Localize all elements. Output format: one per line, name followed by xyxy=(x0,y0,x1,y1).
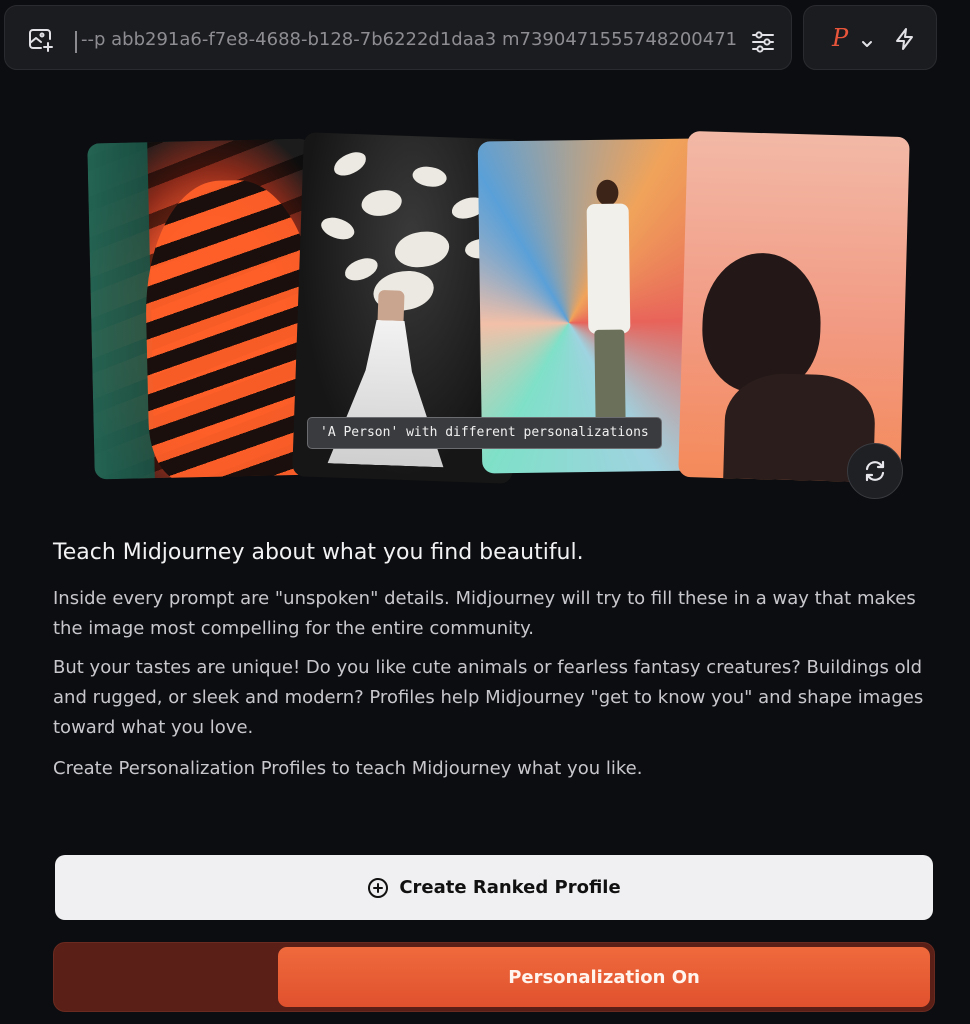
profile-bar: P xyxy=(803,5,937,70)
settings-sliders-icon[interactable] xyxy=(749,28,777,56)
intro-paragraph: Inside every prompt are "unspoken" detai… xyxy=(53,588,916,639)
refresh-examples-button[interactable] xyxy=(847,443,903,499)
create-ranked-profile-label: Create Ranked Profile xyxy=(399,877,621,898)
personalization-profile-indicator[interactable]: P xyxy=(832,24,848,52)
lightning-bolt-icon[interactable] xyxy=(892,26,918,52)
add-image-icon[interactable] xyxy=(27,26,55,54)
personalization-toggle-knob[interactable]: Personalization On xyxy=(278,947,930,1007)
page-title: Teach Midjourney about what you find bea… xyxy=(53,540,584,565)
create-ranked-profile-button[interactable]: Create Ranked Profile xyxy=(55,855,933,920)
prompt-bar: --p abb291a6-f7e8-4688-b128-7b6222d1daa3… xyxy=(4,5,792,70)
prompt-input[interactable]: --p abb291a6-f7e8-4688-b128-7b6222d1daa3… xyxy=(81,27,741,53)
cta-paragraph: Create Personalization Profiles to teach… xyxy=(53,758,643,779)
refresh-icon xyxy=(865,460,885,482)
gallery-caption: 'A Person' with different personalizatio… xyxy=(307,417,662,449)
personalization-toggle-label: Personalization On xyxy=(508,966,700,988)
chevron-down-icon[interactable] xyxy=(860,34,874,47)
example-image-4 xyxy=(678,130,910,484)
plus-circle-icon xyxy=(368,877,389,898)
text-caret xyxy=(75,31,77,53)
example-image-1 xyxy=(87,138,319,480)
personalization-toggle[interactable]: Personalization On xyxy=(53,942,935,1012)
tastes-paragraph: But your tastes are unique! Do you like … xyxy=(53,657,924,738)
